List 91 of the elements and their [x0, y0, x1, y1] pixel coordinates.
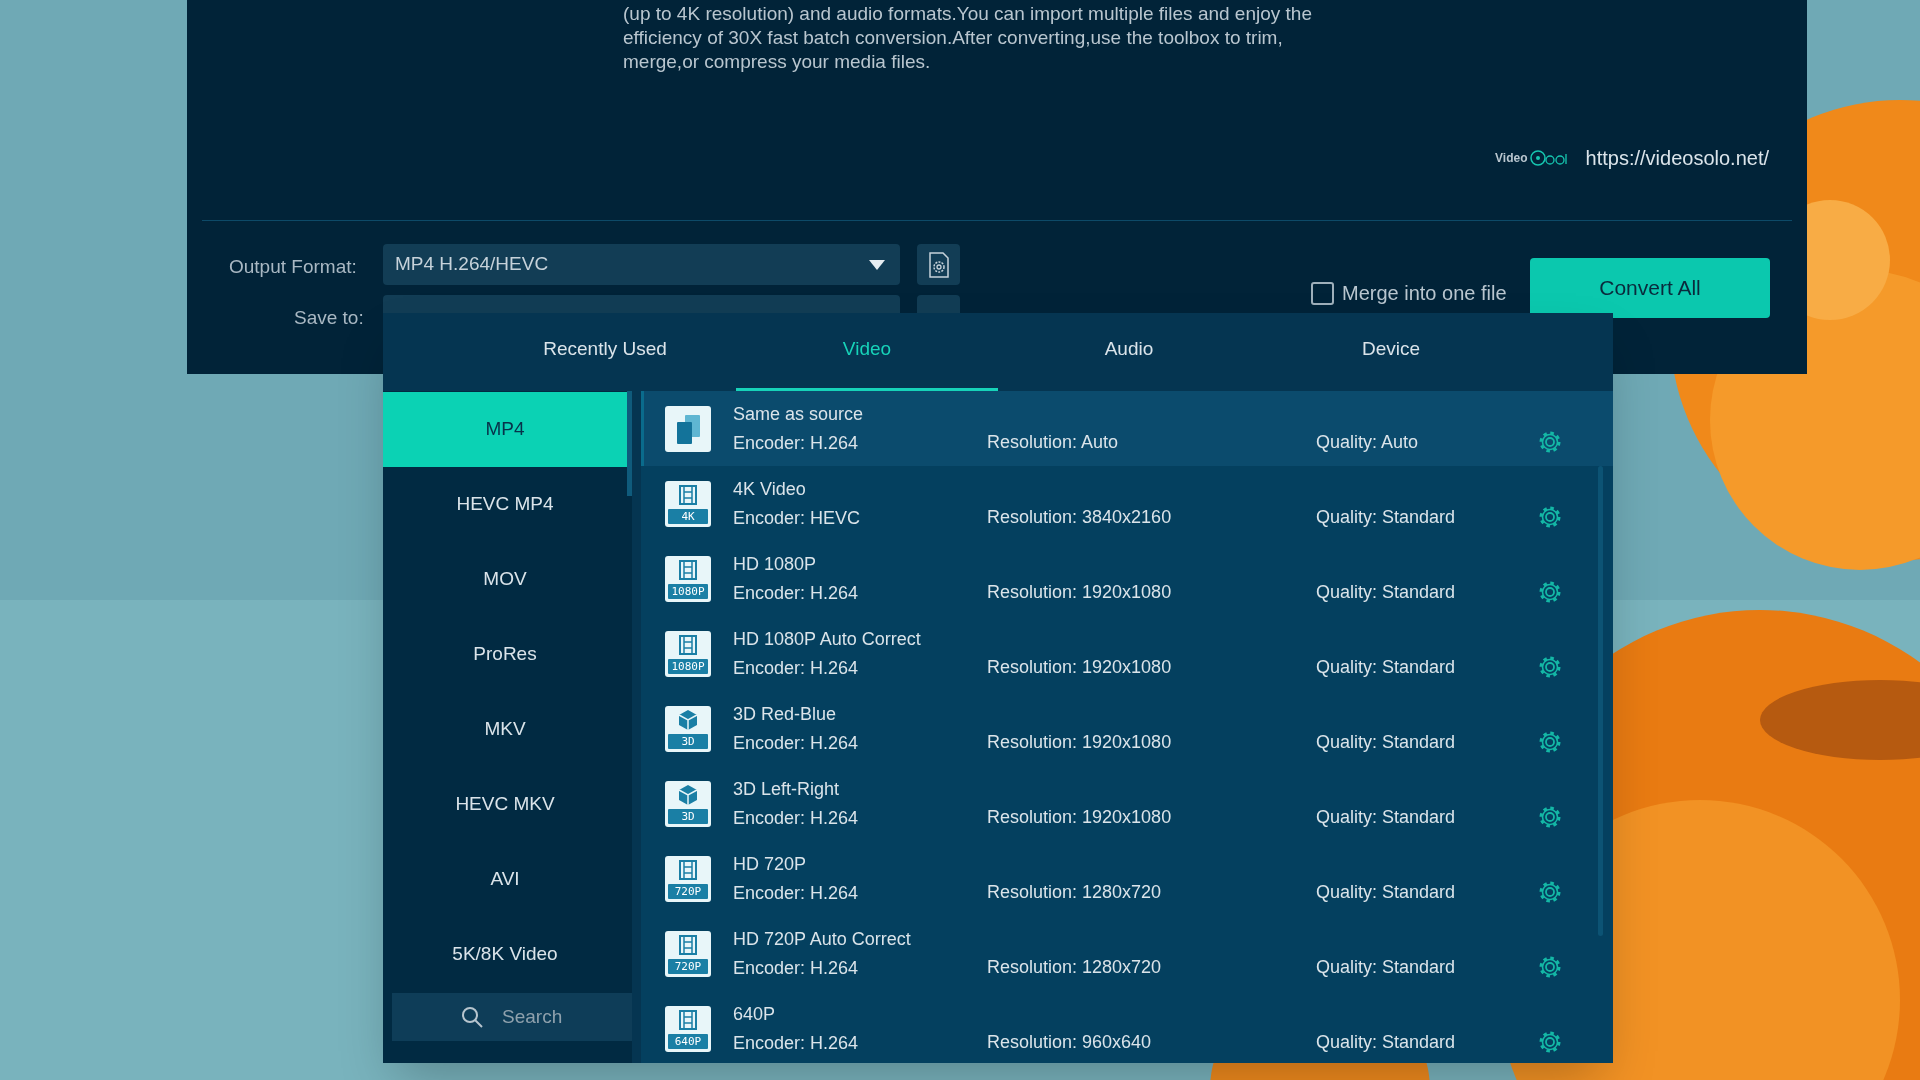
- description-line: efficiency of 30X fast batch conversion.After converting,use the toolbox to trim,: [623, 26, 1284, 50]
- encoder-text: Encoder: H.264: [733, 432, 860, 454]
- settings-icon[interactable]: [1537, 429, 1563, 455]
- preset-row[interactable]: 4K 4K Video Encoder: HEVC Resolution: 3840x2160 Quality: Standard: [641, 466, 1613, 541]
- settings-icon[interactable]: [1537, 654, 1563, 680]
- format-tab[interactable]: Recently Used: [474, 313, 736, 391]
- format-settings-button[interactable]: [917, 244, 960, 285]
- badge-label: 720P: [673, 883, 703, 899]
- format-category[interactable]: 5K/8K Video: [383, 917, 627, 992]
- settings-icon[interactable]: [1537, 579, 1563, 605]
- encoder-text: Encoder: H.264: [733, 807, 859, 829]
- quality-text: Quality: Standard: [1316, 506, 1456, 528]
- encoder-text: Encoder: H.264: [733, 882, 859, 904]
- badge-label: 1080P: [670, 583, 706, 599]
- search-icon: [460, 1005, 484, 1029]
- preset-row[interactable]: 3D 3D Left-Right Encoder: H.264 Resolution: 1920x1080 Quality: Standard: [641, 766, 1613, 841]
- resolution-text: Resolution: 1920x1080: [987, 656, 1172, 678]
- preset-name: HD 1080P Auto Correct: [733, 628, 921, 650]
- quality-text: Quality: Auto: [1316, 431, 1419, 453]
- preset-name: 3D Red-Blue: [733, 703, 838, 725]
- output-format-dropdown[interactable]: MP4 H.264/HEVC: [383, 244, 900, 285]
- description-line: merge,or compress your media files.: [623, 50, 932, 74]
- badge-label: 4K: [680, 508, 696, 524]
- resolution-text: Resolution: 1920x1080: [987, 806, 1172, 828]
- preset-name: 4K Video: [733, 478, 807, 500]
- save-to-label: Save to:: [294, 306, 364, 330]
- format-tab[interactable]: Audio: [998, 313, 1260, 391]
- format-category[interactable]: ProRes: [383, 617, 627, 692]
- quality-text: Quality: Standard: [1316, 581, 1456, 603]
- settings-icon[interactable]: [1537, 954, 1563, 980]
- brand-logo-text: Video: [1495, 150, 1528, 167]
- format-category[interactable]: MKV: [383, 692, 627, 767]
- encoder-text: Encoder: H.264: [733, 1032, 859, 1054]
- badge-label: 3D: [680, 808, 696, 824]
- search-field[interactable]: Search: [392, 993, 632, 1041]
- badge-label: 720P: [673, 958, 703, 974]
- resolution-text: Resolution: 1920x1080: [987, 731, 1172, 753]
- merge-checkbox[interactable]: [1311, 281, 1334, 305]
- format-category[interactable]: AVI: [383, 842, 627, 917]
- resolution-text: Resolution: 1920x1080: [987, 581, 1172, 603]
- quality-text: Quality: Standard: [1316, 956, 1456, 978]
- resolution-text: Resolution: 1280x720: [987, 881, 1162, 903]
- preset-name: Same as source: [733, 403, 864, 425]
- preset-name: 3D Left-Right: [733, 778, 841, 800]
- resolution-text: Resolution: 1280x720: [987, 956, 1162, 978]
- settings-icon[interactable]: [1537, 729, 1563, 755]
- settings-icon[interactable]: [1537, 804, 1563, 830]
- resolution-text: Resolution: 960x640: [987, 1031, 1152, 1053]
- encoder-text: Encoder: H.264: [733, 582, 859, 604]
- settings-icon[interactable]: [1537, 1029, 1563, 1055]
- badge-label: 640P: [673, 1033, 703, 1049]
- description-line: (up to 4K resolution) and audio formats.You can import multiple files and enjoy the: [623, 2, 1312, 26]
- dropdown-caret-icon: [869, 259, 885, 270]
- website-link[interactable]: https://videosolo.net/: [1585, 143, 1769, 173]
- format-category[interactable]: HEVC MKV: [383, 767, 627, 842]
- format-tab[interactable]: Device: [1260, 313, 1522, 391]
- merge-label: Merge into one file: [1342, 281, 1507, 306]
- preset-row[interactable]: 720P HD 720P Auto Correct Encoder: H.264 Resolution: 1280x720 Quality: Standard: [641, 916, 1613, 991]
- resolution-text: Resolution: 3840x2160: [987, 506, 1172, 528]
- preset-row[interactable]: 720P HD 720P Encoder: H.264 Resolution: 1280x720 Quality: Standard: [641, 841, 1613, 916]
- output-format-label: Output Format:: [229, 255, 357, 279]
- preset-name: HD 1080P: [733, 553, 818, 575]
- quality-text: Quality: Standard: [1316, 731, 1456, 753]
- settings-icon: [927, 251, 950, 278]
- brand-logo-icon: [1529, 149, 1570, 167]
- format-category[interactable]: HEVC MP4: [383, 467, 627, 542]
- copy-icon: [665, 405, 711, 452]
- preset-row[interactable]: 3D 3D Red-Blue Encoder: H.264 Resolution: 1920x1080 Quality: Standard: [641, 691, 1613, 766]
- quality-text: Quality: Standard: [1316, 806, 1456, 828]
- preset-row[interactable]: 1080P HD 1080P Encoder: H.264 Resolution: 1920x1080 Quality: Standard: [641, 541, 1613, 616]
- preset-row[interactable]: 640P 640P Encoder: H.264 Resolution: 960x640 Quality: Standard: [641, 991, 1613, 1063]
- preset-row[interactable]: Same as source Encoder: H.264 Resolution: Auto Quality: Auto: [641, 391, 1613, 466]
- encoder-text: Encoder: H.264: [733, 957, 860, 979]
- preset-name: HD 720P Auto Correct: [733, 928, 911, 950]
- encoder-text: Encoder: HEVC: [733, 507, 861, 529]
- badge-label: 1080P: [670, 658, 706, 674]
- preset-row[interactable]: 1080P HD 1080P Auto Correct Encoder: H.264 Resolution: 1920x1080 Quality: Standard: [641, 616, 1613, 691]
- encoder-text: Encoder: H.264: [733, 657, 860, 679]
- settings-icon[interactable]: [1537, 879, 1563, 905]
- format-category[interactable]: MP4: [383, 392, 627, 467]
- settings-icon[interactable]: [1537, 504, 1563, 530]
- encoder-text: Encoder: H.264: [733, 732, 859, 754]
- format-category[interactable]: MOV: [383, 542, 627, 617]
- badge-label: 3D: [680, 733, 696, 749]
- convert-all-button[interactable]: Convert All: [1530, 258, 1770, 318]
- quality-text: Quality: Standard: [1316, 1031, 1456, 1053]
- preset-name: 640P: [733, 1003, 777, 1025]
- preset-name: HD 720P: [733, 853, 808, 875]
- quality-text: Quality: Standard: [1316, 656, 1456, 678]
- quality-text: Quality: Standard: [1316, 881, 1456, 903]
- resolution-text: Resolution: Auto: [987, 431, 1119, 453]
